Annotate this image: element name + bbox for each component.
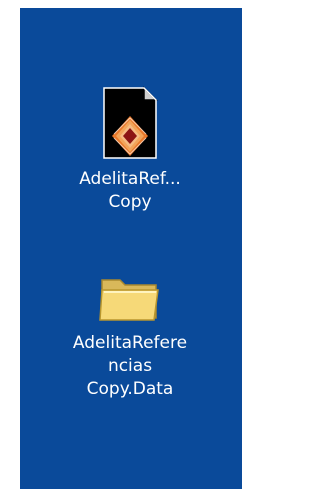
desktop-icon-label: AdelitaRef... Copy	[79, 169, 181, 212]
desktop-icon-adelita-copy[interactable]: AdelitaRef... Copy	[55, 86, 205, 214]
document-file-icon	[103, 86, 158, 159]
desktop-icon-label: AdelitaRefere ncias Copy.Data	[72, 333, 188, 399]
desktop-background: AdelitaRef... Copy AdelitaRefere ncias C…	[20, 8, 242, 489]
desktop-icon-adelita-data-folder[interactable]: AdelitaRefere ncias Copy.Data	[55, 272, 205, 401]
folder-icon	[99, 279, 159, 321]
